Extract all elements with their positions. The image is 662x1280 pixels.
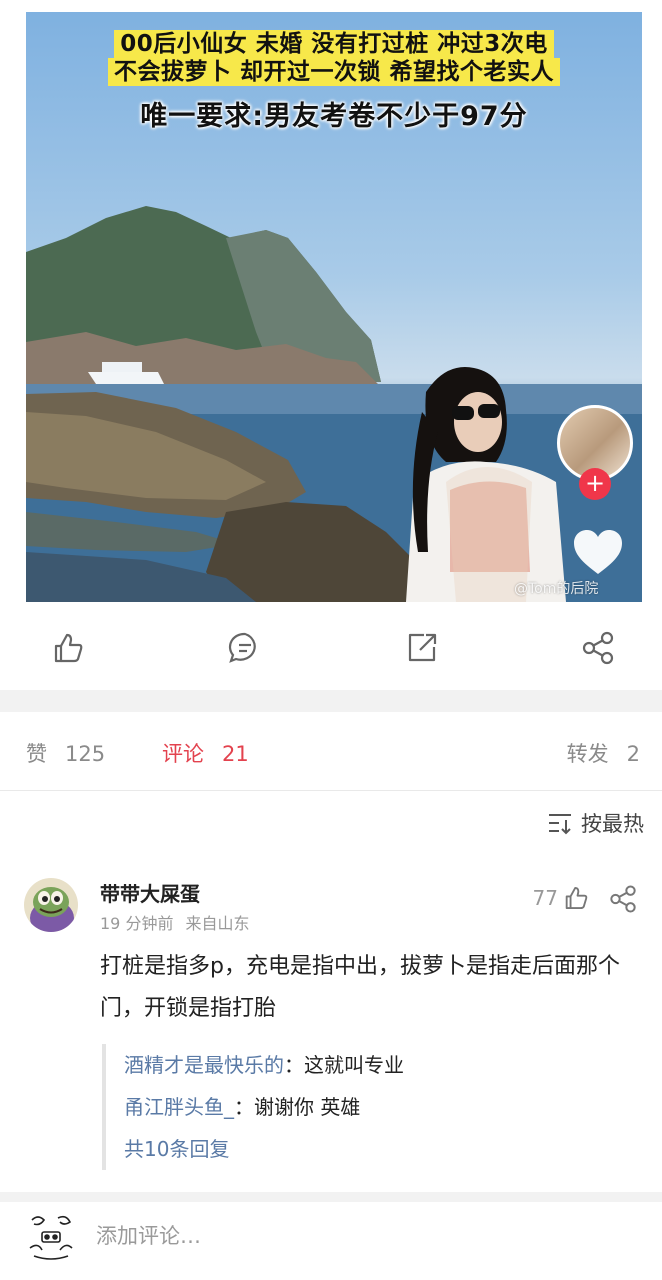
comment-like-button[interactable]: 77 [533,884,590,912]
stats-bar: 赞 125 评论 21 转发 2 [0,716,662,786]
banner-line-2: 不会拔萝卜 却开过一次锁 希望找个老实人 [26,58,642,86]
banner-line-1: 00后小仙女 未婚 没有打过桩 冲过3次电 [26,30,642,58]
repost-icon[interactable] [404,630,440,666]
action-bar [0,610,662,686]
sort-icon [549,814,571,835]
reply-item[interactable]: 酒精才是最快乐的：这就叫专业 [124,1044,642,1086]
comment-input-bar: 添加评论… [0,1202,662,1280]
more-replies-link[interactable]: 共10条回复 [124,1128,642,1170]
like-icon [565,886,588,910]
reposts-tab[interactable]: 转发 2 [567,738,640,768]
comment-icon[interactable] [227,630,263,666]
add-comment-input[interactable]: 添加评论… [96,1220,201,1250]
comments-tab[interactable]: 评论 21 [162,738,249,768]
section-divider [0,690,662,712]
reply-username[interactable]: 酒精才是最快乐的 [124,1053,284,1077]
like-icon[interactable] [50,630,86,666]
user-avatar[interactable] [24,1210,78,1264]
image-watermark: @Tom的后院 [514,581,599,597]
reply-item[interactable]: 甬江胖头鱼_：谢谢你 英雄 [124,1086,642,1128]
comment-source: 来自山东 [185,914,250,933]
comment-username[interactable]: 带带大屎蛋 [100,878,200,907]
likes-tab[interactable]: 赞 125 [26,738,105,768]
heart-icon[interactable] [572,528,624,576]
reply-username[interactable]: 甬江胖头鱼_ [124,1095,234,1119]
avatar[interactable] [24,878,78,932]
share-icon[interactable] [580,630,616,666]
comment-time: 19 分钟前 [100,914,174,933]
banner-line-3: 唯一要求:男友考卷不少于97分 [140,101,528,132]
sort-label: 按最热 [581,812,644,836]
bottom-divider [0,1192,662,1202]
share-icon[interactable] [608,884,638,914]
comment-like-count: 77 [532,886,558,910]
reply-list[interactable]: 酒精才是最快乐的：这就叫专业 甬江胖头鱼_：谢谢你 英雄 共10条回复 [102,1044,642,1170]
post-image[interactable]: 00后小仙女 未婚 没有打过桩 冲过3次电 不会拔萝卜 却开过一次锁 希望找个老… [26,12,642,602]
reply-text: ：谢谢你 英雄 [234,1095,361,1119]
sort-button[interactable]: 按最热 [547,808,644,838]
comment-meta: 19 分钟前 来自山东 [100,910,249,934]
comment-text: 打桩是指多p，充电是指中出，拔萝卜是指走后面那个门，开锁是指打胎 [100,954,620,1021]
plus-icon[interactable]: + [579,468,611,500]
reply-text: ：这就叫专业 [284,1053,404,1077]
stats-divider [0,790,662,791]
